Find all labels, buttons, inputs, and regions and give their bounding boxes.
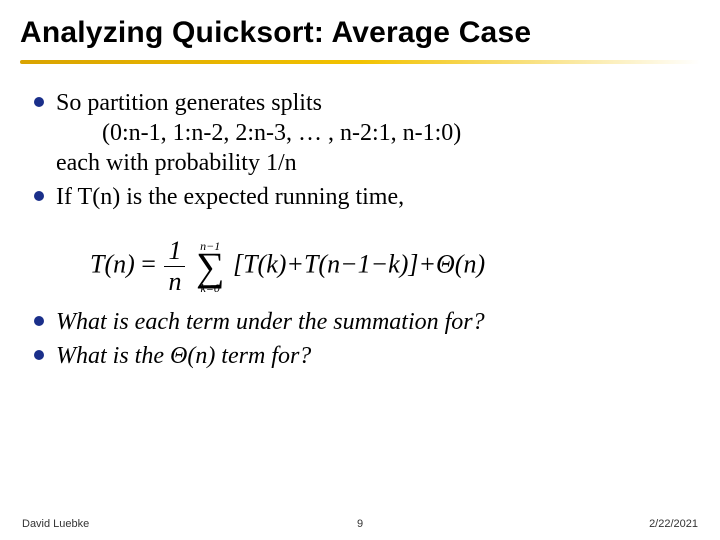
eq-summation: n−1 ∑ k=0 [196,240,225,294]
bullet-item: What is each term under the summation fo… [30,307,690,337]
bullet-subline: each with probability 1/n [56,150,297,176]
bullet-subline: (0:n-1, 1:n-2, 2:n-3, … , n-2:1, n-1:0) [56,118,690,148]
footer-date: 2/22/2021 [649,518,698,530]
bullet-text: What is each term under the summation fo… [56,309,485,335]
eq-frac-den: n [164,267,185,297]
bullet-group-2: What is each term under the summation fo… [30,307,690,371]
eq-fraction: 1 n [164,236,185,297]
bullet-text: So partition generates splits [56,90,322,116]
eq-frac-num: 1 [164,236,185,267]
bullet-item: So partition generates splits (0:n-1, 1:… [30,88,690,178]
bullet-item: If T(n) is the expected running time, [30,182,690,212]
equation: T(n) = 1 n n−1 ∑ k=0 [T(k)+T(n−1−k)]+Θ(n… [30,226,690,307]
title-rule [20,60,700,64]
bullet-icon [34,316,44,326]
slide-footer: David Luebke 9 2/22/2021 [0,518,720,530]
footer-page-number: 9 [357,518,363,530]
slide-title: Analyzing Quicksort: Average Case [0,0,720,60]
bullet-text: If T(n) is the expected running time, [56,184,404,210]
slide-body: So partition generates splits (0:n-1, 1:… [0,72,720,371]
bullet-icon [34,97,44,107]
bullet-icon [34,191,44,201]
bullet-text: What is the Θ(n) term for? [56,343,311,369]
eq-body: [T(k)+T(n−1−k)]+Θ(n) [233,249,485,278]
sigma-icon: ∑ [196,250,225,284]
bullet-group-1: So partition generates splits (0:n-1, 1:… [30,88,690,212]
footer-author: David Luebke [22,518,89,530]
bullet-item: What is the Θ(n) term for? [30,341,690,371]
eq-lhs: T(n) [90,249,135,278]
bullet-icon [34,350,44,360]
eq-equals: = [141,249,156,278]
